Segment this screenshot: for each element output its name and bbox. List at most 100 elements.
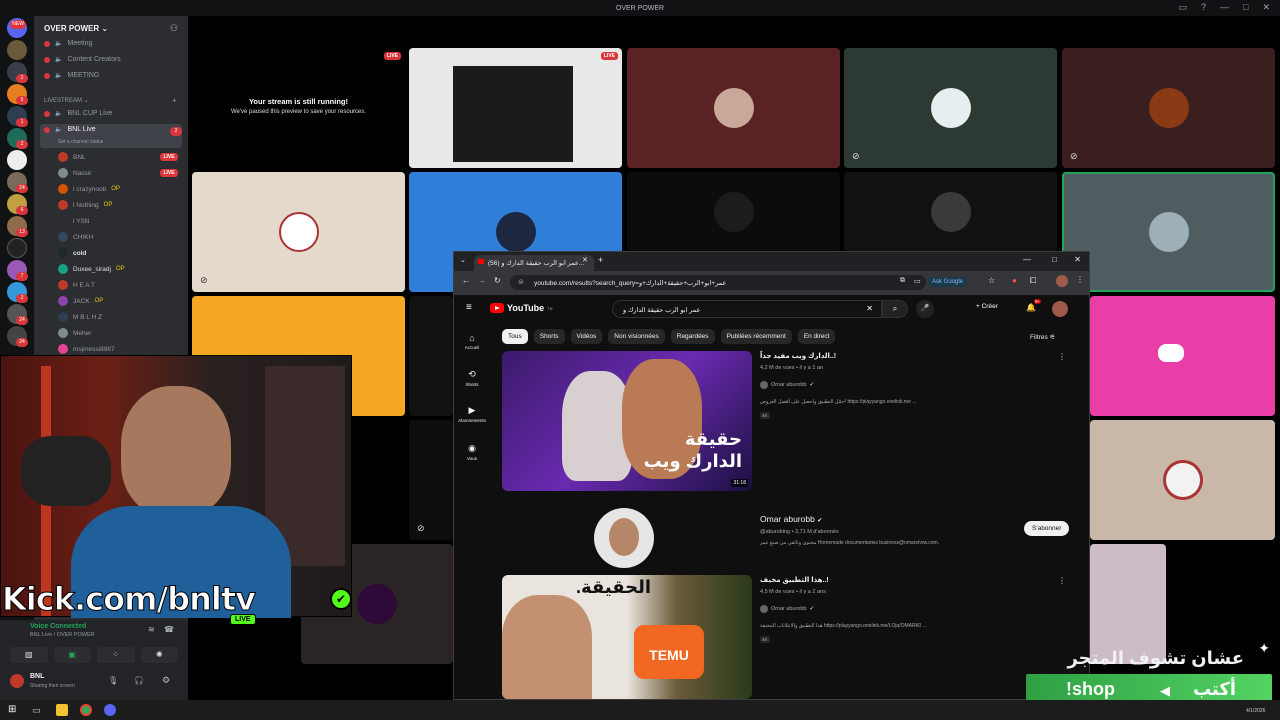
video-title[interactable]: !..الدارك ويب مفيد جداً xyxy=(760,352,836,360)
task-view-icon[interactable]: ▭ xyxy=(32,704,44,716)
add-channel-icon[interactable]: + xyxy=(172,96,177,105)
minimize-button[interactable]: — xyxy=(1220,2,1229,13)
video-channel[interactable]: Omar aburobb ✔ xyxy=(760,605,814,613)
minimize-icon[interactable]: — xyxy=(1023,255,1031,264)
voice-user[interactable]: msjmessi8987 xyxy=(58,344,115,354)
screenshare-tile[interactable]: LIVE xyxy=(409,48,622,168)
voice-user[interactable]: BNL xyxy=(58,152,86,162)
ask-google-button[interactable]: Ask Google xyxy=(928,277,968,287)
voice-user[interactable]: l YSN xyxy=(58,216,90,226)
browser-tab[interactable]: (56) عمر ابو الرب حقيقة الدارك و... xyxy=(474,255,594,271)
video-title[interactable]: !..هذا التطبيق مخيف xyxy=(760,576,829,584)
browser-menu-icon[interactable]: ⋮ xyxy=(1076,275,1084,284)
video-menu-icon[interactable]: ⋮ xyxy=(1058,352,1066,361)
create-button[interactable]: + Créer xyxy=(976,303,998,310)
activity-icon[interactable]: ⁘ xyxy=(97,647,135,663)
video-menu-icon[interactable]: ⋮ xyxy=(1058,576,1066,585)
participant-tile[interactable] xyxy=(1090,296,1275,416)
voice-user[interactable]: Nassir xyxy=(58,168,91,178)
inbox-icon[interactable]: ▭ xyxy=(1178,2,1187,13)
profile-avatar[interactable] xyxy=(1056,275,1068,287)
voice-user[interactable]: cold xyxy=(58,248,86,258)
disconnect-icon[interactable]: ☎ xyxy=(164,625,174,634)
user-avatar[interactable] xyxy=(10,674,24,688)
translate-icon[interactable]: ⧉ xyxy=(900,277,905,285)
category-livestream[interactable]: LIVESTREAM ⌄ xyxy=(44,97,89,104)
nav-shorts[interactable]: ⟲ Shorts xyxy=(456,369,488,387)
channel-meeting-caps[interactable]: 🔈 MEETING xyxy=(44,72,99,79)
maximize-icon[interactable]: □ xyxy=(1052,255,1057,264)
noise-icon[interactable]: ≋ xyxy=(148,625,155,634)
tab-search-icon[interactable]: ⌄ xyxy=(460,256,466,264)
notifications-bell-icon[interactable]: 🔔 xyxy=(1026,303,1036,312)
hamburger-menu-icon[interactable]: ≡ xyxy=(466,302,472,313)
new-tab-icon[interactable]: + xyxy=(598,255,603,265)
nav-you[interactable]: ◉ Vous xyxy=(456,443,488,461)
server-icon[interactable] xyxy=(7,40,27,60)
own-stream-tile[interactable]: LIVE Your stream is still running! We've… xyxy=(192,48,405,168)
extensions-puzzle-icon[interactable]: ⧠ xyxy=(1030,276,1036,286)
channel-meeting[interactable]: 🔈 Meeting xyxy=(44,40,92,47)
panel-username[interactable]: BNL xyxy=(30,673,44,680)
screenshare-icon[interactable]: ▣ xyxy=(53,647,91,663)
voice-user[interactable]: l Nothing OP xyxy=(58,200,112,210)
chip-all[interactable]: Tous xyxy=(502,329,528,344)
video-channel[interactable]: Omar aburobb ✔ xyxy=(760,381,814,389)
tab-close-icon[interactable]: ✕ xyxy=(582,256,588,264)
server-icon[interactable] xyxy=(7,150,27,170)
address-bar[interactable]: ⊜ youtube.com/results?search_query=عمر+ا… xyxy=(510,275,926,290)
forward-icon[interactable]: → xyxy=(478,276,486,285)
voice-location[interactable]: BNL Live / OVER POWER xyxy=(30,632,95,638)
discord-taskbar-icon[interactable] xyxy=(104,704,116,716)
voice-user[interactable]: Meher xyxy=(58,328,91,338)
chip-shorts[interactable]: Shorts xyxy=(533,329,565,344)
voice-user[interactable]: JACK OP xyxy=(58,296,103,306)
channel-status[interactable]: Set a channel status xyxy=(58,139,103,145)
voice-user[interactable]: M B L H Z xyxy=(58,312,102,322)
chip-videos[interactable]: Vidéos xyxy=(570,329,603,344)
participant-tile[interactable]: ⊘ xyxy=(844,48,1057,168)
participant-tile[interactable] xyxy=(409,296,453,416)
close-icon[interactable]: ✕ xyxy=(1074,255,1081,264)
cast-icon[interactable]: ▭ xyxy=(914,277,921,285)
participant-tile[interactable]: ⊘ xyxy=(192,172,405,292)
site-info-icon[interactable]: ⊜ xyxy=(518,278,524,286)
help-icon[interactable]: ? xyxy=(1201,2,1206,13)
youtube-logo[interactable]: YouTube TN xyxy=(490,303,553,313)
extension-icon[interactable]: ● xyxy=(1012,276,1017,285)
participant-tile[interactable] xyxy=(1090,420,1275,540)
voice-user[interactable]: Duxee_siradj OP xyxy=(58,264,125,274)
filters-button[interactable]: Filtres ⚟ xyxy=(1030,333,1055,341)
participant-tile[interactable] xyxy=(844,172,1057,252)
voice-user[interactable]: l crazynoob OP xyxy=(58,184,120,194)
chip-unwatched[interactable]: Non visionnées xyxy=(608,329,665,344)
mic-icon[interactable]: 🎙 xyxy=(108,676,118,685)
chip-recent[interactable]: Publiées récemment xyxy=(720,329,792,344)
close-button[interactable]: ✕ xyxy=(1262,2,1270,13)
channel-name-large[interactable]: Omar aburobb ✔ xyxy=(760,514,822,524)
soundboard-icon[interactable]: ✺ xyxy=(140,647,178,663)
channel-content-creators[interactable]: 🔈 Content Creators xyxy=(44,56,121,63)
voice-search-icon[interactable]: 🎤 xyxy=(916,300,934,318)
channel-bnl-live[interactable]: 🔈 BNL Live xyxy=(44,126,96,133)
nav-home[interactable]: ⌂ Accueil xyxy=(456,333,488,350)
search-icon[interactable]: ⌕ xyxy=(882,300,908,318)
participant-tile[interactable]: ⊘ xyxy=(409,420,453,540)
subscribe-button[interactable]: S'abonner xyxy=(1024,521,1070,536)
maximize-button[interactable]: □ xyxy=(1243,2,1248,13)
camera-icon[interactable]: ▨ xyxy=(10,647,48,663)
chip-watched[interactable]: Regardées xyxy=(670,329,715,344)
reload-icon[interactable]: ↻ xyxy=(494,276,501,285)
bookmark-star-icon[interactable]: ☆ xyxy=(988,276,995,285)
nav-subscriptions[interactable]: ▶ Abonnements xyxy=(456,405,488,423)
server-icon[interactable] xyxy=(7,238,27,258)
file-explorer-icon[interactable] xyxy=(56,704,68,716)
video-thumbnail[interactable]: حقيقة الدارك ويب 31:18 xyxy=(502,351,752,491)
add-friend-icon[interactable]: ⚇ xyxy=(170,23,178,34)
chrome-icon[interactable] xyxy=(80,704,92,716)
voice-user[interactable]: CHIKH xyxy=(58,232,93,242)
participant-tile[interactable]: ⊘ xyxy=(1062,48,1275,168)
channel-avatar-large[interactable] xyxy=(594,508,654,568)
back-icon[interactable]: ← xyxy=(462,276,470,285)
voice-user[interactable]: H E A T xyxy=(58,280,95,290)
